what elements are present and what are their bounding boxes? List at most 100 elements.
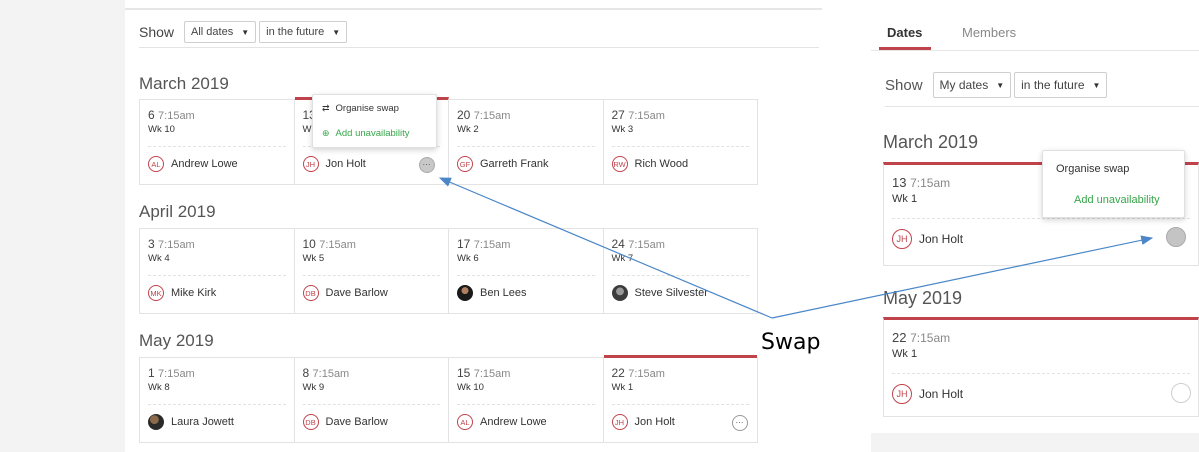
week-label: Wk 7 (611, 253, 634, 264)
tab-dates[interactable]: Dates (887, 25, 922, 40)
avatar: RW (611, 156, 628, 172)
swap-icon: ⇄ (322, 103, 330, 113)
caret-down-icon: ▼ (241, 27, 250, 37)
assignee-name: Andrew Lowe (480, 416, 547, 428)
assignee: DB Dave Barlow (302, 285, 388, 301)
dates-filter-select[interactable]: My dates ▼ (932, 72, 1012, 98)
week-label: Wk 9 (302, 382, 325, 393)
swap-annotation-label: Swap (761, 330, 821, 355)
show-label: Show (139, 24, 175, 40)
week-label: Wk 8 (148, 382, 170, 393)
date-cell[interactable]: 20 7:15am Wk 2 GF Garreth Frank (449, 100, 604, 184)
avatar: AL (457, 414, 473, 430)
month-title-april: April 2019 (139, 202, 216, 221)
time-filter-select[interactable]: in the future ▼ (1014, 72, 1108, 98)
assignee: Ben Lees (457, 285, 526, 301)
assignee: GF Garreth Frank (457, 156, 548, 172)
week-label: Wk 1 (892, 348, 918, 360)
assignee-name: Jon Holt (634, 416, 675, 428)
avatar: JH (611, 414, 628, 430)
avatar-photo (611, 285, 628, 301)
show-label: Show (885, 76, 923, 94)
week-label: Wk 2 (457, 124, 479, 135)
march-row: 6 7:15am Wk 10 AL Andrew Lowe 13 Wk 1 JH… (139, 97, 758, 185)
assignee-name: Jon Holt (325, 158, 366, 170)
avatar: JH (302, 156, 319, 172)
week-label: Wk 1 (611, 382, 634, 393)
organise-swap-item[interactable]: Organise swap (1056, 163, 1129, 175)
assignee: JH Jon Holt (892, 229, 963, 249)
schedule-panel-desktop: Show All dates ▼ in the future ▼ March 2… (125, 0, 822, 452)
assignee-name: Jon Holt (919, 387, 964, 401)
more-options-button[interactable] (1166, 227, 1186, 247)
add-unavailability-item[interactable]: Add unavailability (1074, 194, 1160, 206)
avatar: JH (892, 229, 912, 249)
may-row: 1 7:15am Wk 8 Laura Jowett 8 7:15am Wk 9… (139, 355, 758, 443)
date-card[interactable]: 22 7:15am Wk 1 JH Jon Holt (883, 317, 1199, 417)
assignee: JH Jon Holt (611, 414, 675, 430)
time-filter-value: in the future (1021, 78, 1085, 92)
organise-swap-item[interactable]: ⇄ Organise swap (322, 103, 399, 114)
date-cell[interactable]: 6 7:15am Wk 10 AL Andrew Lowe (140, 100, 295, 184)
assignee: AL Andrew Lowe (457, 414, 547, 430)
date-cell[interactable]: 27 7:15am Wk 3 RW Rich Wood (604, 100, 758, 184)
assignee-name: Andrew Lowe (171, 158, 238, 170)
filter-divider (885, 106, 1199, 107)
more-options-button[interactable] (1171, 383, 1191, 403)
date-cell[interactable]: 1 7:15am Wk 8 Laura Jowett (140, 358, 295, 442)
avatar-photo (148, 414, 164, 430)
filter-bar: Show All dates ▼ in the future ▼ (139, 20, 350, 44)
week-label: Wk 10 (148, 124, 175, 135)
bottom-background (871, 433, 1199, 452)
time-filter-select[interactable]: in the future ▼ (259, 21, 348, 43)
date-cell[interactable]: 17 7:15am Wk 6 Ben Lees (449, 229, 604, 313)
assignee-name: Ben Lees (480, 287, 527, 299)
week-label: Wk 3 (611, 124, 634, 135)
dates-filter-select[interactable]: All dates ▼ (184, 21, 257, 43)
assignee: Laura Jowett (148, 414, 234, 430)
date-cell[interactable]: 24 7:15am Wk 7 Steve Silvester (604, 229, 758, 313)
tab-bar: Dates Members (871, 0, 1199, 51)
month-title-march: March 2019 (883, 132, 979, 152)
options-popover: Organise swap Add unavailability (1042, 150, 1185, 218)
week-label: Wk 4 (148, 253, 170, 264)
week-label: Wk 5 (302, 253, 325, 264)
more-options-button[interactable]: ··· (731, 415, 748, 431)
week-label: Wk 6 (457, 253, 479, 264)
date-cell[interactable]: 10 7:15am Wk 5 DB Dave Barlow (295, 229, 449, 313)
week-label: Wk 1 (892, 193, 918, 205)
more-options-button[interactable]: ··· (418, 157, 435, 173)
date-cell[interactable]: 8 7:15am Wk 9 DB Dave Barlow (295, 358, 449, 442)
date-cell[interactable]: 3 7:15am Wk 4 MK Mike Kirk (140, 229, 295, 313)
options-popover: ⇄ Organise swap ⊕ Add unavailability (312, 94, 437, 148)
caret-down-icon: ▼ (1092, 80, 1101, 90)
assignee: JH Jon Holt (302, 156, 366, 172)
april-row: 3 7:15am Wk 4 MK Mike Kirk 10 7:15am Wk … (139, 228, 758, 314)
avatar: GF (457, 156, 473, 172)
top-border (125, 8, 822, 10)
add-icon: ⊕ (322, 128, 330, 138)
month-title-march: March 2019 (139, 74, 229, 93)
avatar: DB (302, 285, 319, 301)
assignee-name: Dave Barlow (325, 287, 388, 299)
add-unavailability-item[interactable]: ⊕ Add unavailability (322, 128, 409, 139)
dates-filter-value: My dates (939, 78, 989, 92)
avatar: AL (148, 156, 164, 172)
assignee-name: Garreth Frank (480, 158, 549, 170)
date-cell-highlighted[interactable]: 22 7:15am Wk 1 JH Jon Holt ··· (603, 355, 757, 442)
schedule-panel-mobile: Dates Members Show My dates ▼ in the fut… (871, 0, 1199, 452)
tab-members[interactable]: Members (962, 25, 1016, 40)
assignee-name: Mike Kirk (171, 287, 217, 299)
dates-filter-value: All dates (191, 26, 234, 38)
assignee-name: Rich Wood (634, 158, 689, 170)
avatar-photo (457, 285, 473, 301)
assignee: DB Dave Barlow (302, 414, 388, 430)
assignee-name: Jon Holt (919, 232, 964, 246)
date-cell[interactable]: 15 7:15am Wk 10 AL Andrew Lowe (449, 358, 604, 442)
month-title-may: May 2019 (139, 331, 214, 350)
filter-bar: Show My dates ▼ in the future ▼ (885, 72, 1110, 98)
time-filter-value: in the future (266, 26, 325, 38)
filter-divider (139, 47, 819, 48)
assignee: AL Andrew Lowe (148, 156, 238, 172)
week-label: Wk 10 (457, 382, 484, 393)
